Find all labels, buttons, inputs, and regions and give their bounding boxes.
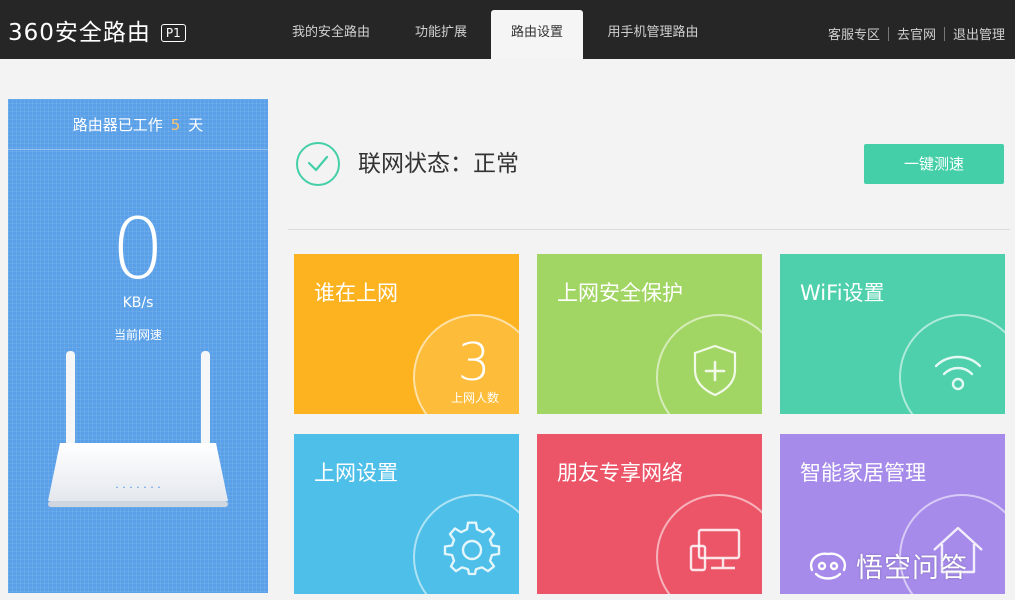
model-badge: P1 — [160, 24, 186, 42]
speed-unit: KB/s — [122, 295, 154, 311]
router-led-dots: · · · · · · · — [115, 481, 160, 494]
online-user-count-label: 上网人数 — [450, 391, 499, 405]
top-navigation-bar: 360安全路由 P1 我的安全路由 功能扩展 路由设置 用手机管理路由 客服专区… — [0, 0, 1015, 59]
tab-mobile-management[interactable]: 用手机管理路由 — [591, 10, 715, 59]
link-separator — [887, 26, 889, 41]
tile-who-is-online[interactable]: 谁在上网 3 上网人数 — [294, 254, 519, 414]
speed-test-button[interactable]: 一键测速 — [864, 144, 1004, 184]
online-user-count: 3 — [457, 333, 491, 393]
tile-internet-settings[interactable]: 上网设置 — [294, 434, 519, 594]
link-customer-service[interactable]: 客服专区 — [828, 24, 880, 43]
tab-router-settings[interactable]: 路由设置 — [491, 10, 583, 59]
devices-icon — [689, 528, 741, 572]
header-links: 客服专区 去官网 退出管理 — [828, 24, 1005, 43]
wifi-icon — [934, 355, 982, 391]
link-logout[interactable]: 退出管理 — [953, 24, 1005, 43]
uptime-prefix: 路由器已工作 — [72, 116, 163, 134]
tile-title: WiFi设置 — [800, 281, 885, 305]
section-divider — [288, 229, 1010, 230]
current-speed-value: 0 — [111, 200, 165, 298]
link-official-site[interactable]: 去官网 — [897, 24, 936, 43]
link-separator — [943, 26, 945, 41]
wukong-logo-icon — [809, 552, 847, 580]
tile-security-protection[interactable]: 上网安全保护 — [537, 254, 762, 414]
watermark-text: 悟空问答 — [856, 552, 968, 584]
brand-logo[interactable]: 360安全路由 P1 — [8, 18, 186, 48]
check-circle-icon — [296, 142, 340, 186]
tile-title: 朋友专享网络 — [557, 461, 683, 485]
tile-wifi-settings[interactable]: WiFi设置 — [780, 254, 1005, 414]
tile-title: 智能家居管理 — [800, 461, 926, 485]
tile-title: 上网安全保护 — [557, 281, 683, 305]
uptime-suffix: 天 — [188, 116, 204, 134]
tile-friend-network[interactable]: 朋友专享网络 — [537, 434, 762, 594]
tile-title: 上网设置 — [314, 461, 398, 485]
router-status-panel: 路由器已工作 5 天 0 KB/s 当前网速 · · · · · · · — [8, 99, 268, 593]
current-speed-label: 当前网速 — [113, 328, 162, 342]
tab-extensions[interactable]: 功能扩展 — [391, 10, 491, 59]
gear-icon — [443, 521, 501, 576]
router-illustration: · · · · · · · — [48, 351, 228, 507]
uptime-row: 路由器已工作 5 天 — [8, 99, 268, 150]
logo-text: 360安全路由 — [8, 20, 151, 46]
shield-plus-icon — [693, 344, 737, 397]
network-status-text: 联网状态：正常 — [358, 151, 519, 177]
tab-my-router[interactable]: 我的安全路由 — [271, 10, 391, 59]
watermark: 悟空问答 — [806, 545, 968, 585]
tile-title: 谁在上网 — [314, 281, 398, 305]
uptime-days: 5 — [170, 116, 181, 134]
